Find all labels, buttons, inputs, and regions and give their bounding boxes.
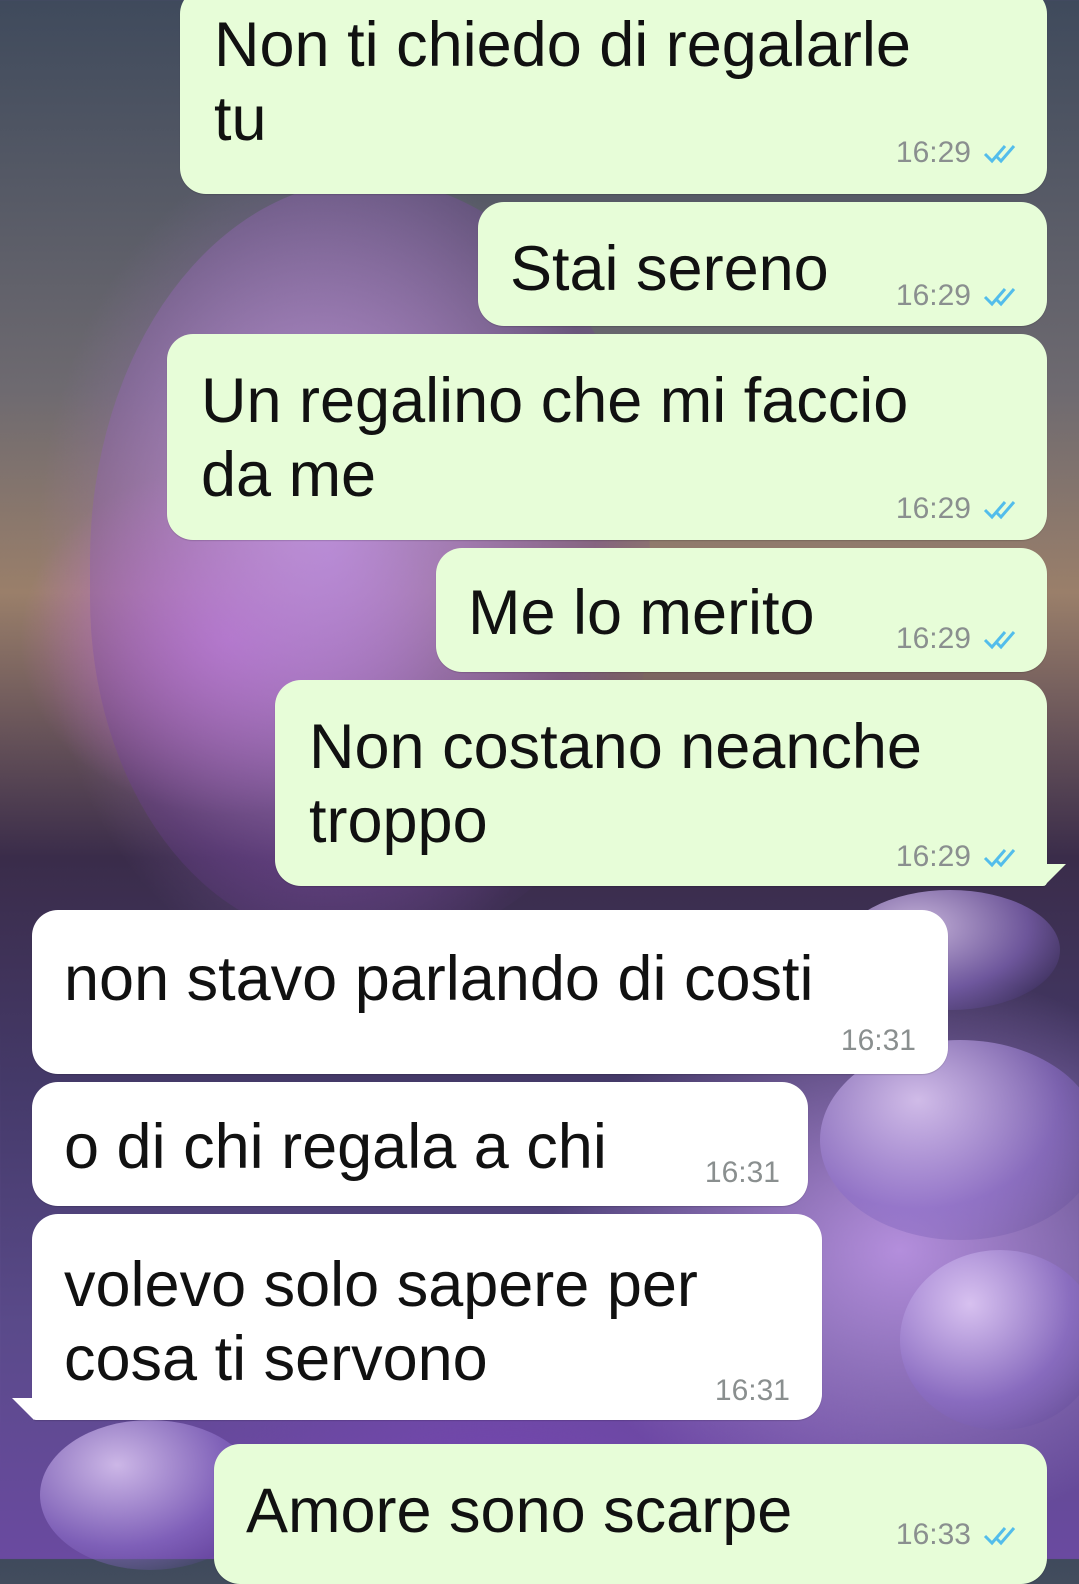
message-meta: 16:29 xyxy=(896,492,1027,526)
message-time: 16:29 xyxy=(895,840,971,873)
double-check-icon xyxy=(983,288,1016,307)
message-text: Me lo merito xyxy=(468,578,815,648)
double-check-icon xyxy=(983,631,1016,650)
message-time: 16:33 xyxy=(895,1518,971,1551)
message-text: volevo solo sapere per cosa ti servono xyxy=(64,1250,698,1394)
double-check-icon xyxy=(983,849,1016,868)
message-meta: 16:33 xyxy=(896,1518,1027,1552)
message-time: 16:31 xyxy=(704,1156,780,1189)
wallpaper-stone xyxy=(900,1250,1079,1430)
message-outgoing[interactable]: Non ti chiedo di regalarle tu 16:29 xyxy=(180,0,1047,194)
message-text: Un regalino che mi faccio da me xyxy=(201,366,909,510)
double-check-icon xyxy=(983,501,1016,520)
message-text: Amore sono scarpe xyxy=(246,1476,793,1546)
message-time: 16:29 xyxy=(895,136,971,169)
message-time: 16:31 xyxy=(840,1024,916,1057)
message-time: 16:31 xyxy=(714,1374,790,1407)
message-time: 16:29 xyxy=(895,622,971,655)
message-incoming[interactable]: non stavo parlando di costi 16:31 xyxy=(32,910,948,1074)
bubble-tail xyxy=(1044,864,1066,886)
message-meta: 16:29 xyxy=(896,622,1027,656)
message-text: Non ti chiedo di regalarle tu xyxy=(214,10,911,154)
message-text: o di chi regala a chi xyxy=(64,1112,607,1182)
message-meta: 16:29 xyxy=(896,840,1027,874)
message-text: non stavo parlando di costi xyxy=(64,944,814,1014)
message-incoming[interactable]: o di chi regala a chi 16:31 xyxy=(32,1082,808,1206)
double-check-icon xyxy=(983,145,1016,164)
message-incoming[interactable]: volevo solo sapere per cosa ti servono 1… xyxy=(32,1214,822,1420)
message-outgoing[interactable]: Me lo merito 16:29 xyxy=(436,548,1047,672)
double-check-icon xyxy=(983,1527,1016,1546)
message-meta: 16:31 xyxy=(705,1156,780,1190)
message-outgoing[interactable]: Amore sono scarpe 16:33 xyxy=(214,1444,1047,1584)
message-meta: 16:29 xyxy=(896,136,1027,170)
message-meta: 16:31 xyxy=(841,1024,916,1058)
message-time: 16:29 xyxy=(895,492,971,525)
message-text: Stai sereno xyxy=(510,234,829,304)
message-outgoing[interactable]: Non costano neanche troppo 16:29 xyxy=(275,680,1047,886)
message-outgoing[interactable]: Stai sereno 16:29 xyxy=(478,202,1047,326)
bubble-tail xyxy=(12,1398,34,1420)
message-meta: 16:31 xyxy=(715,1374,790,1408)
message-meta: 16:29 xyxy=(896,279,1027,313)
message-time: 16:29 xyxy=(895,279,971,312)
message-text: Non costano neanche troppo xyxy=(309,712,922,856)
message-outgoing[interactable]: Un regalino che mi faccio da me 16:29 xyxy=(167,334,1047,540)
